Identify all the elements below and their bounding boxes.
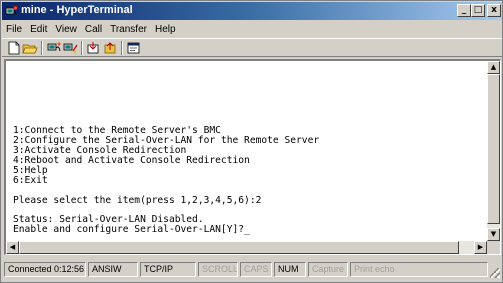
menu-edit[interactable]: Edit — [26, 24, 51, 35]
status-bar: Connected 0:12:56 ANSIW TCP/IP SCROLL CA… — [2, 258, 502, 282]
close-button[interactable]: x — [487, 4, 501, 17]
toolbar-separator — [41, 41, 43, 55]
open-icon[interactable] — [22, 41, 38, 55]
status-capture: Capture — [308, 262, 348, 277]
menu-file[interactable]: File — [2, 24, 26, 35]
status-scroll: SCROLL — [198, 262, 238, 277]
scroll-up-arrow-icon[interactable]: ▲ — [487, 61, 500, 74]
scrollbar-corner — [487, 241, 500, 254]
toolbar-separator — [81, 41, 83, 55]
disconnect-icon[interactable] — [62, 41, 78, 55]
vertical-scroll-thumb[interactable] — [487, 74, 500, 224]
receive-icon[interactable] — [102, 41, 118, 55]
connect-icon[interactable] — [46, 41, 62, 55]
maximize-button[interactable]: □ — [471, 4, 485, 17]
title-bar[interactable]: mine - HyperTerminal _ □ x — [2, 2, 502, 20]
menu-view[interactable]: View — [51, 24, 81, 35]
terminal-frame: 1:Connect to the Remote Server's BMC 2:C… — [4, 59, 501, 255]
horizontal-scroll-thumb[interactable] — [19, 241, 459, 254]
terminal-line: Enable and configure Serial-Over-LAN[Y]?… — [13, 224, 250, 235]
properties-icon[interactable] — [126, 41, 142, 55]
vertical-scrollbar[interactable]: ▲ ▼ — [487, 61, 500, 241]
menu-transfer[interactable]: Transfer — [106, 24, 151, 35]
hyperterminal-window: mine - HyperTerminal _ □ x File Edit Vie… — [0, 0, 503, 283]
terminal-line: 6:Exit — [13, 175, 48, 186]
status-protocol: TCP/IP — [140, 262, 196, 277]
terminal-line: 4:Reboot and Activate Console Redirectio… — [13, 155, 250, 166]
status-connected: Connected 0:12:56 — [4, 262, 86, 277]
hyperterminal-icon — [5, 5, 18, 16]
menu-help[interactable]: Help — [151, 24, 180, 35]
toolbar — [2, 38, 502, 57]
menu-bar: File Edit View Call Transfer Help — [2, 21, 502, 38]
status-print-echo: Print echo — [350, 262, 488, 277]
toolbar-separator — [121, 41, 123, 55]
scroll-right-arrow-icon[interactable]: ▶ — [474, 241, 487, 254]
minimize-button[interactable]: _ — [457, 4, 471, 17]
scroll-left-arrow-icon[interactable]: ◀ — [6, 241, 19, 254]
status-num: NUM — [274, 262, 306, 277]
window-title: mine - HyperTerminal — [21, 4, 133, 16]
send-icon[interactable] — [86, 41, 102, 55]
horizontal-scrollbar[interactable]: ◀ ▶ — [6, 241, 487, 254]
new-icon[interactable] — [6, 41, 22, 55]
scroll-down-arrow-icon[interactable]: ▼ — [487, 228, 500, 241]
status-emulation: ANSIW — [88, 262, 138, 277]
terminal-line: Please select the item(press 1,2,3,4,5,6… — [13, 195, 262, 206]
status-caps: CAPS — [240, 262, 272, 277]
menu-call[interactable]: Call — [81, 24, 106, 35]
resize-grip-icon[interactable] — [490, 268, 500, 278]
terminal-screen[interactable]: 1:Connect to the Remote Server's BMC 2:C… — [8, 61, 486, 241]
